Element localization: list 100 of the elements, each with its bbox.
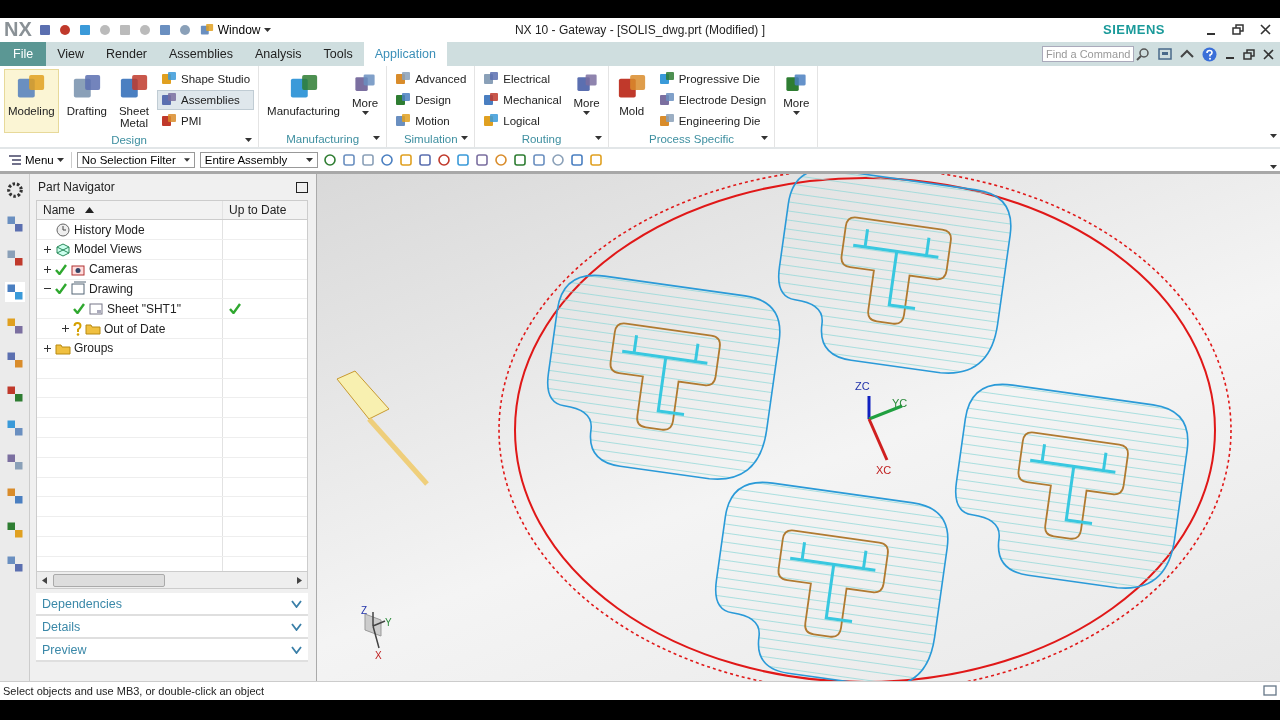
caret-icon xyxy=(264,27,272,32)
caret-icon xyxy=(761,136,769,141)
more-button[interactable]: More xyxy=(569,69,604,132)
history-icon xyxy=(55,222,71,238)
status-message: Select objects and use MB3, or double-click an object xyxy=(3,685,265,698)
group-label: Routing xyxy=(521,133,562,146)
expand-icon[interactable] xyxy=(43,343,52,353)
tree-row[interactable]: Groups xyxy=(37,339,307,359)
window-icon xyxy=(199,22,214,37)
ribbon-tab[interactable]: Tools xyxy=(312,41,364,67)
ribbon-tab[interactable]: Render xyxy=(95,41,159,67)
ribbon-command[interactable]: Logical xyxy=(479,111,566,132)
app-logo: NX xyxy=(4,18,32,42)
panel-title: Preview xyxy=(42,642,87,657)
scroll-right-icon[interactable] xyxy=(297,576,302,584)
search-icon[interactable] xyxy=(1136,47,1150,62)
drawing-icon xyxy=(70,281,86,297)
ribbon-command[interactable]: Engineering Die xyxy=(654,111,771,132)
group-label: Manufacturing xyxy=(286,133,360,146)
caret-icon xyxy=(305,158,313,163)
more-button[interactable]: More xyxy=(779,69,814,148)
node-label: Cameras xyxy=(89,262,138,277)
ribbon-command[interactable]: Electrode Design xyxy=(654,90,771,111)
tree-row[interactable]: Drawing xyxy=(37,279,307,300)
help-icon[interactable] xyxy=(1202,46,1217,62)
tree-row[interactable]: Out of Date xyxy=(37,319,307,339)
question-mark-icon xyxy=(73,321,82,336)
ribbon-command[interactable]: Design xyxy=(391,90,471,111)
ribbon-tab[interactable]: Assemblies xyxy=(158,41,244,67)
brand-logo: SIEMENS xyxy=(1103,22,1165,38)
node-label: Sheet "SHT1" xyxy=(107,301,181,316)
close-icon[interactable] xyxy=(1263,48,1274,60)
collapsible-panel[interactable]: Dependencies xyxy=(36,593,308,617)
ribbon-command[interactable]: Sheet Metal xyxy=(114,69,153,134)
status-screen-icon xyxy=(1263,685,1277,698)
axis-label: X xyxy=(375,650,382,662)
collapsible-panel[interactable]: Details xyxy=(36,616,308,640)
sort-ascending-icon xyxy=(85,207,94,214)
ribbon-command[interactable]: Mold xyxy=(612,69,651,132)
panel-title: Dependencies xyxy=(42,596,122,611)
axis-label: Y xyxy=(385,617,392,629)
axis-label: Z xyxy=(361,605,368,617)
node-label: Groups xyxy=(74,341,114,356)
caret-icon xyxy=(461,136,469,141)
ribbon-tab[interactable]: Application xyxy=(363,41,447,67)
restore-icon[interactable] xyxy=(1232,24,1244,36)
caret-icon xyxy=(1270,134,1277,139)
restore-icon[interactable] xyxy=(1243,48,1255,60)
expand-icon[interactable] xyxy=(43,264,52,274)
unknown-folder-icon xyxy=(85,321,101,337)
node-label: Drawing xyxy=(89,282,133,296)
expand-icon[interactable] xyxy=(61,324,70,334)
sheet-icon xyxy=(88,301,104,317)
window-layout-icon[interactable] xyxy=(1158,48,1172,61)
expand-icon[interactable] xyxy=(43,244,52,254)
selection-filter-dropdown[interactable]: No Selection Filter xyxy=(76,152,195,169)
horizontal-scrollbar[interactable] xyxy=(36,572,308,590)
node-label: Model Views xyxy=(74,242,142,257)
tree-row[interactable]: Sheet "SHT1" xyxy=(37,299,307,320)
tree-row[interactable]: Model Views xyxy=(37,240,307,260)
window-title: NX 10 - Gateway - [SOLIS_dwg.prt (Modified) ] xyxy=(514,22,766,37)
column-header[interactable]: Name xyxy=(37,201,223,220)
caret-icon xyxy=(56,158,64,163)
ribbon-command[interactable]: Drafting xyxy=(62,69,111,134)
ribbon-command[interactable]: Shape Studio xyxy=(157,69,255,90)
group-label: Design xyxy=(111,134,147,147)
close-icon[interactable] xyxy=(1260,24,1271,36)
selection-scope-dropdown[interactable]: Entire Assembly xyxy=(199,152,318,169)
ribbon-command[interactable]: Mechanical xyxy=(479,90,566,111)
command-search-field[interactable]: Find a Command xyxy=(1042,46,1134,63)
ribbon-command[interactable]: Electrical xyxy=(479,69,566,90)
collapse-ribbon-icon[interactable] xyxy=(1180,49,1194,60)
caret-icon xyxy=(1270,165,1277,170)
menu-button[interactable]: Menu xyxy=(6,154,66,167)
more-button[interactable]: More xyxy=(347,69,383,132)
ribbon-command[interactable]: Advanced xyxy=(391,69,471,90)
group-label: Simulation xyxy=(403,133,458,146)
ribbon-command[interactable]: PMI xyxy=(157,111,255,132)
ribbon-command[interactable]: Progressive Die xyxy=(654,69,771,90)
scroll-left-icon[interactable] xyxy=(42,576,47,584)
maximize-icon[interactable] xyxy=(296,181,308,193)
collapsible-panel[interactable]: Preview xyxy=(36,639,308,663)
node-label: History Mode xyxy=(74,222,145,237)
ribbon-command[interactable]: Manufacturing xyxy=(263,69,344,132)
gear-icon[interactable] xyxy=(4,180,25,201)
ribbon-tab[interactable]: Analysis xyxy=(243,41,313,67)
axis-label: ZC xyxy=(855,380,870,393)
ribbon-command[interactable]: Modeling xyxy=(4,69,59,134)
axis-label: YC xyxy=(892,397,908,410)
ribbon-tab[interactable]: View xyxy=(46,41,96,67)
ribbon-command[interactable]: Assemblies xyxy=(157,90,255,111)
caret-icon xyxy=(583,111,591,116)
views-icon xyxy=(55,241,71,257)
tree-row[interactable]: Cameras xyxy=(37,259,307,280)
tree-row[interactable]: History Mode xyxy=(37,220,307,240)
column-header[interactable]: Up to Date xyxy=(223,201,307,220)
window-menu[interactable]: Window xyxy=(197,22,274,37)
ribbon-command[interactable]: Motion xyxy=(391,111,471,132)
node-label: Out of Date xyxy=(104,321,166,336)
group-label: Process Specific xyxy=(648,133,734,146)
